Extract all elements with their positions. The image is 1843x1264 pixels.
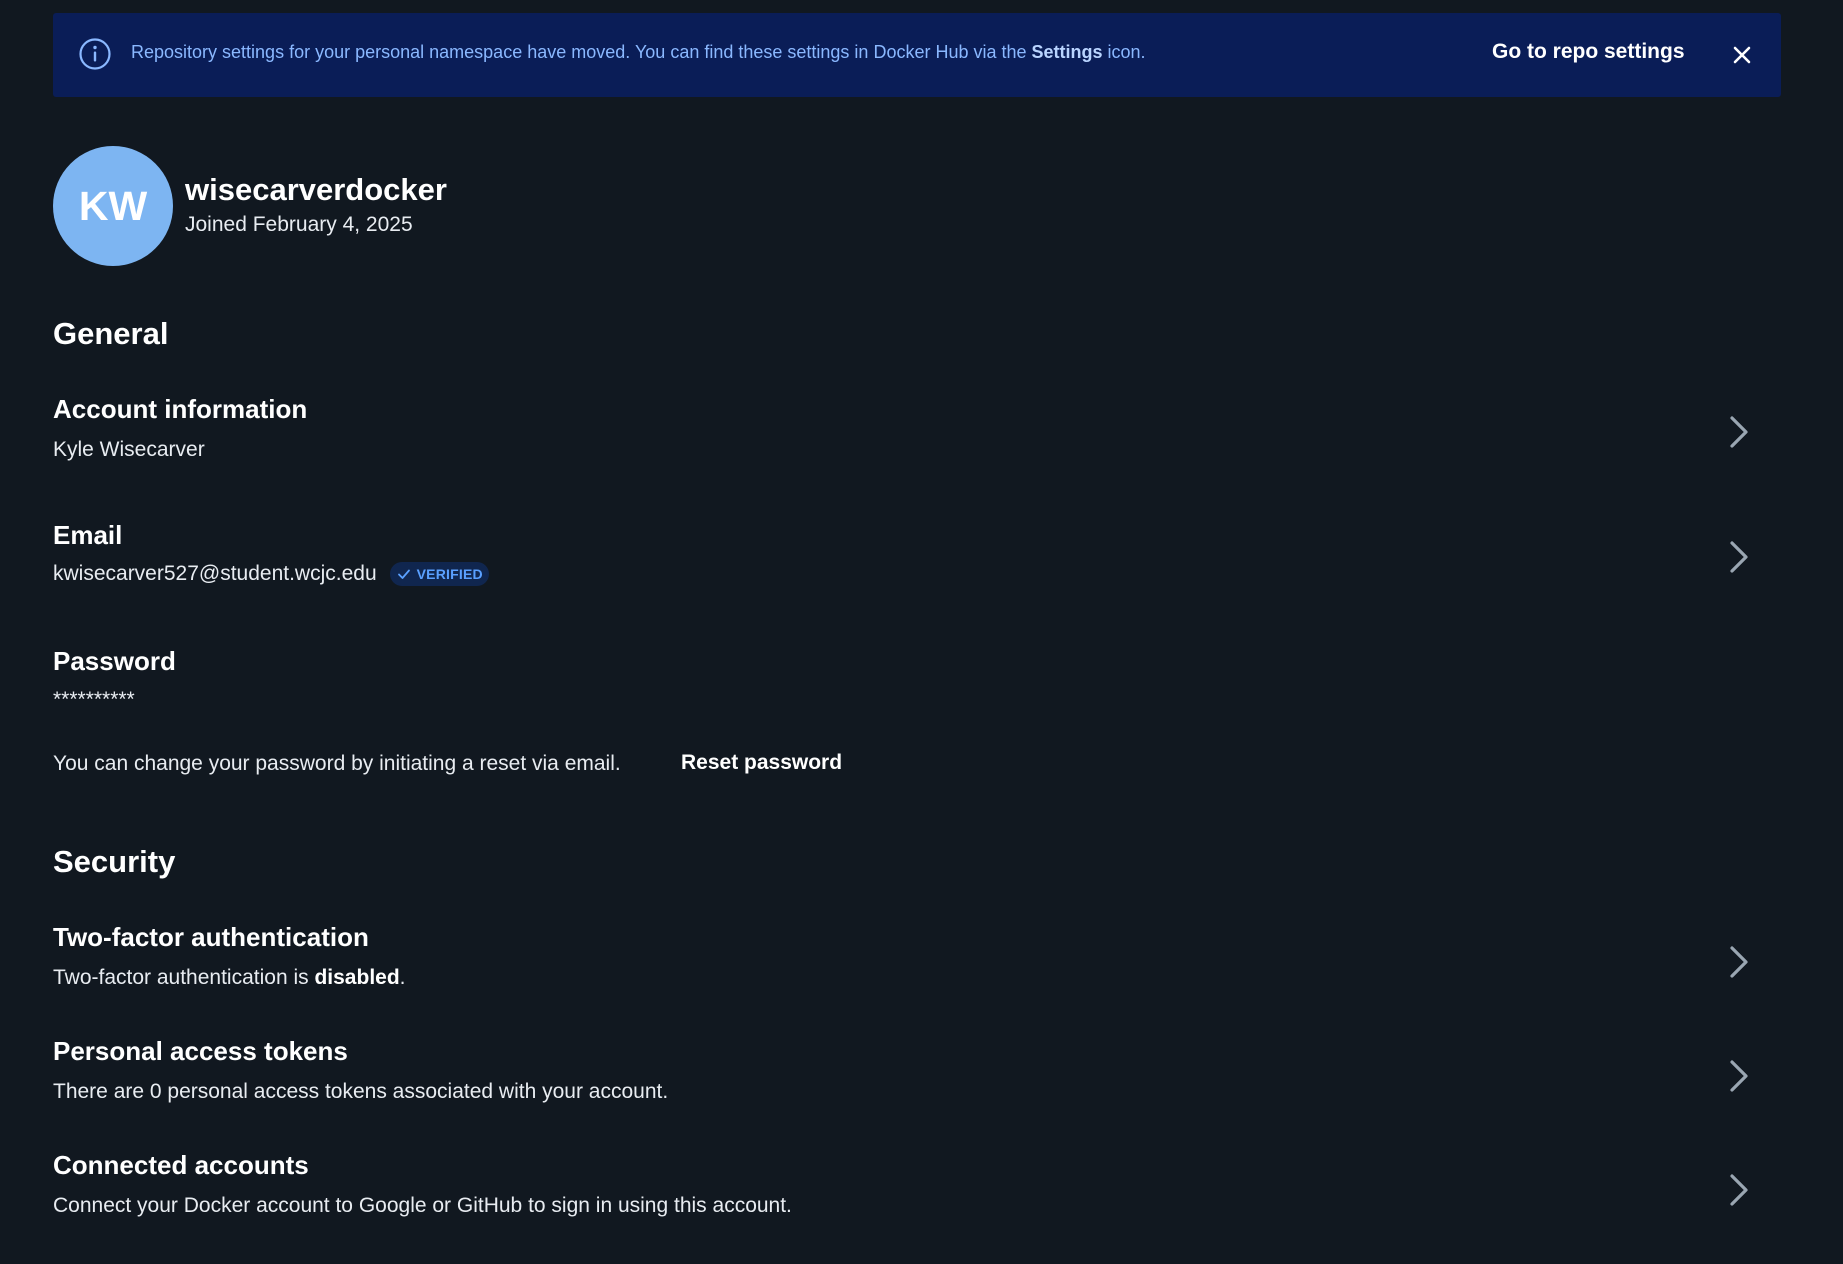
two-factor-status-value: disabled: [314, 966, 400, 989]
username: wisecarverdocker: [185, 172, 447, 207]
connected-accounts-row[interactable]: Connected accounts Connect your Docker a…: [53, 1150, 1781, 1230]
chevron-right-icon[interactable]: [1723, 537, 1753, 577]
password-title: Password: [53, 646, 176, 676]
personal-access-tokens-title: Personal access tokens: [53, 1036, 348, 1066]
two-factor-status: Two-factor authentication is disabled.: [53, 966, 406, 990]
email-row[interactable]: Email kwisecarver527@student.wcjc.edu VE…: [53, 520, 1781, 600]
check-icon: [397, 569, 410, 579]
password-masked: **********: [53, 688, 135, 712]
account-information-title: Account information: [53, 394, 308, 424]
chevron-right-icon[interactable]: [1723, 942, 1753, 982]
chevron-right-icon[interactable]: [1723, 412, 1753, 452]
connected-accounts-description: Connect your Docker account to Google or…: [53, 1194, 792, 1217]
connected-accounts-title: Connected accounts: [53, 1150, 309, 1180]
notification-banner: Repository settings for your personal na…: [53, 13, 1781, 97]
info-icon: [79, 38, 111, 70]
email-title: Email: [53, 520, 123, 550]
avatar: KW: [53, 146, 173, 266]
chevron-right-icon[interactable]: [1723, 1056, 1753, 1096]
banner-message-suffix: icon.: [1102, 42, 1146, 62]
two-factor-status-prefix: Two-factor authentication is: [53, 966, 315, 989]
reset-password-button[interactable]: Reset password: [681, 751, 842, 775]
chevron-right-icon[interactable]: [1723, 1170, 1753, 1210]
personal-access-tokens-row[interactable]: Personal access tokens There are 0 perso…: [53, 1036, 1781, 1116]
password-value: **********: [53, 688, 135, 711]
joined-date: Joined February 4, 2025: [185, 213, 413, 236]
password-row: Password **********: [53, 646, 1781, 716]
close-icon[interactable]: [1730, 43, 1754, 67]
two-factor-status-suffix: .: [399, 966, 406, 989]
banner-message-prefix: Repository settings for your personal na…: [131, 42, 1032, 62]
email-address: kwisecarver527@student.wcjc.edu: [53, 562, 377, 585]
account-name-value: Kyle Wisecarver: [53, 438, 205, 462]
section-title-general: General: [53, 316, 169, 351]
verified-label: VERIFIED: [416, 566, 483, 582]
tokens-description: There are 0 personal access tokens assoc…: [53, 1080, 669, 1103]
banner-message: Repository settings for your personal na…: [131, 42, 1146, 63]
tokens-count-text: There are 0 personal access tokens assoc…: [53, 1080, 668, 1104]
account-information-row[interactable]: Account information Kyle Wisecarver: [53, 394, 1781, 474]
go-to-repo-settings-link[interactable]: Go to repo settings: [1492, 40, 1685, 64]
verified-badge: VERIFIED: [389, 562, 489, 586]
password-reset-note: You can change your password by initiati…: [53, 752, 621, 775]
email-value: kwisecarver527@student.wcjc.edu VERIFIED: [53, 562, 489, 586]
banner-message-settings: Settings: [1031, 42, 1103, 62]
two-factor-title: Two-factor authentication: [53, 922, 369, 952]
two-factor-row[interactable]: Two-factor authentication Two-factor aut…: [53, 922, 1781, 1002]
connected-accounts-text: Connect your Docker account to Google or…: [53, 1194, 792, 1218]
section-title-security: Security: [53, 844, 176, 879]
account-name: Kyle Wisecarver: [53, 438, 205, 461]
